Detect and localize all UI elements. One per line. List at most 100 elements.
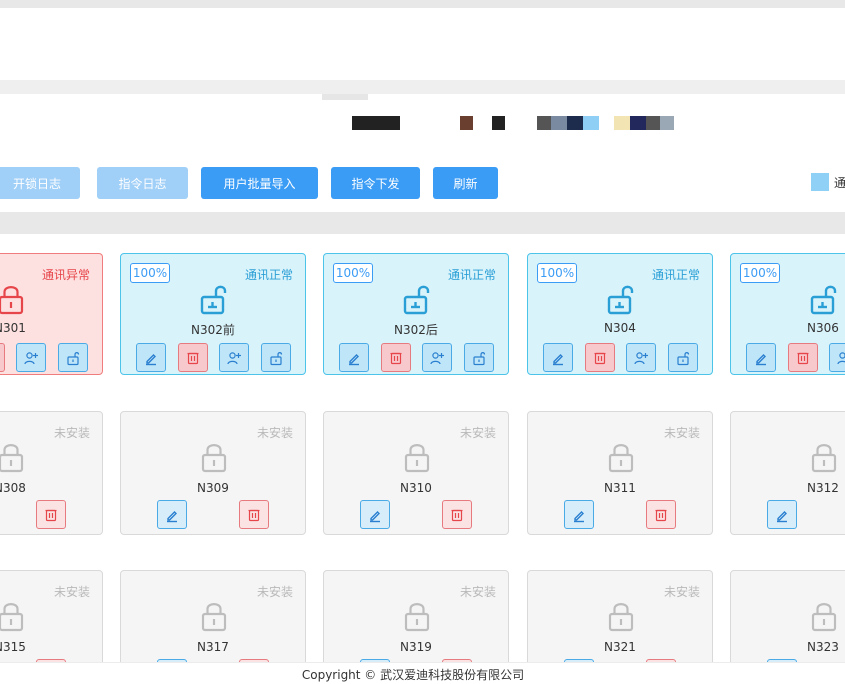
legend-label: 通 <box>834 176 845 190</box>
room-number: N319 <box>400 640 432 654</box>
add-user-button[interactable] <box>16 343 46 372</box>
trash-icon <box>388 350 404 366</box>
remote-unlock-button[interactable] <box>668 343 698 372</box>
lock-icon <box>0 441 28 475</box>
edit-button[interactable] <box>767 500 797 529</box>
status-label: 未安装 <box>663 585 700 599</box>
room-card[interactable]: 100% N306 <box>730 253 845 375</box>
delete-button[interactable] <box>0 343 5 372</box>
delete-button[interactable] <box>585 343 615 372</box>
unlock-icon <box>675 350 691 366</box>
edit-button[interactable] <box>157 500 187 529</box>
color-block <box>583 116 599 130</box>
unlock-icon <box>268 350 284 366</box>
add-user-icon <box>836 350 845 366</box>
color-block <box>614 116 630 130</box>
add-user-icon <box>23 350 39 366</box>
send-command-button[interactable]: 指令下发 <box>331 167 420 199</box>
delete-button[interactable] <box>646 500 676 529</box>
add-user-button[interactable] <box>422 343 452 372</box>
lock-open-icon <box>197 283 231 317</box>
lock-open-icon <box>604 283 638 317</box>
trash-icon <box>43 507 59 523</box>
edit-button[interactable] <box>564 500 594 529</box>
edit-icon <box>550 350 566 366</box>
lock-icon <box>0 600 28 634</box>
page: 开锁日志 指令日志 用户批量导入 指令下发 刷新 通 通讯异常 N301 100% 通… <box>0 0 845 684</box>
lock-icon <box>604 441 638 475</box>
edit-button[interactable] <box>360 500 390 529</box>
lock-icon <box>604 600 638 634</box>
remote-unlock-button[interactable] <box>464 343 494 372</box>
delete-button[interactable] <box>788 343 818 372</box>
edit-icon <box>367 507 383 523</box>
color-block <box>646 116 660 130</box>
lock-icon <box>400 441 434 475</box>
edit-button[interactable] <box>339 343 369 372</box>
room-number: N306 <box>807 321 839 335</box>
add-user-button[interactable] <box>219 343 249 372</box>
batch-import-users-button[interactable]: 用户批量导入 <box>201 167 318 199</box>
unlock-icon <box>471 350 487 366</box>
delete-button[interactable] <box>178 343 208 372</box>
color-block <box>660 116 674 130</box>
command-log-button[interactable]: 指令日志 <box>97 167 188 199</box>
status-label: 未安装 <box>459 426 496 440</box>
lock-open-icon <box>807 283 841 317</box>
delete-button[interactable] <box>442 500 472 529</box>
lock-icon <box>807 600 841 634</box>
room-card[interactable]: 未安装 N311 <box>527 411 713 535</box>
edit-icon <box>164 507 180 523</box>
delete-button[interactable] <box>36 500 66 529</box>
battery-badge: 100% <box>130 263 170 283</box>
edit-button[interactable] <box>746 343 776 372</box>
room-number: N308 <box>0 481 26 495</box>
section-divider <box>0 212 845 234</box>
color-block <box>460 116 473 130</box>
remote-unlock-button[interactable] <box>261 343 291 372</box>
room-number: N302前 <box>191 323 235 337</box>
status-label: 未安装 <box>53 585 90 599</box>
room-card[interactable]: 通讯异常 N301 <box>0 253 103 375</box>
room-number: N312 <box>807 481 839 495</box>
delete-button[interactable] <box>239 500 269 529</box>
room-card[interactable]: 未安装 N309 <box>120 411 306 535</box>
room-card[interactable]: 100% 通讯正常 N302前 <box>120 253 306 375</box>
room-card[interactable]: 100% 通讯正常 N304 <box>527 253 713 375</box>
refresh-button[interactable]: 刷新 <box>433 167 498 199</box>
divider-band <box>0 80 845 94</box>
edit-button[interactable] <box>136 343 166 372</box>
room-number: N310 <box>400 481 432 495</box>
delete-button[interactable] <box>381 343 411 372</box>
status-label: 通讯异常 <box>41 268 90 282</box>
edit-icon <box>346 350 362 366</box>
room-card[interactable]: 未安装 N308 <box>0 411 103 535</box>
room-number: N301 <box>0 321 26 335</box>
trash-icon <box>246 507 262 523</box>
edit-icon <box>143 350 159 366</box>
battery-badge: 100% <box>740 263 780 283</box>
room-card[interactable]: 100% 通讯正常 N302后 <box>323 253 509 375</box>
unlock-log-button[interactable]: 开锁日志 <box>0 167 80 199</box>
add-user-button[interactable] <box>626 343 656 372</box>
color-block <box>551 116 567 130</box>
room-card[interactable]: 未安装 N310 <box>323 411 509 535</box>
trash-icon <box>795 350 811 366</box>
add-user-icon <box>226 350 242 366</box>
remote-unlock-button[interactable] <box>58 343 88 372</box>
legend-swatch <box>811 173 829 191</box>
room-card[interactable]: N312 <box>730 411 845 535</box>
room-number: N317 <box>197 640 229 654</box>
lock-open-icon <box>400 283 434 317</box>
edit-icon <box>774 507 790 523</box>
status-label: 通讯正常 <box>651 268 700 282</box>
add-user-button[interactable] <box>829 343 845 372</box>
status-label: 未安装 <box>663 426 700 440</box>
add-user-icon <box>633 350 649 366</box>
edit-icon <box>753 350 769 366</box>
edit-button[interactable] <box>543 343 573 372</box>
trash-icon <box>449 507 465 523</box>
room-number: N304 <box>604 321 636 335</box>
status-label: 通讯正常 <box>447 268 496 282</box>
lock-icon <box>807 441 841 475</box>
